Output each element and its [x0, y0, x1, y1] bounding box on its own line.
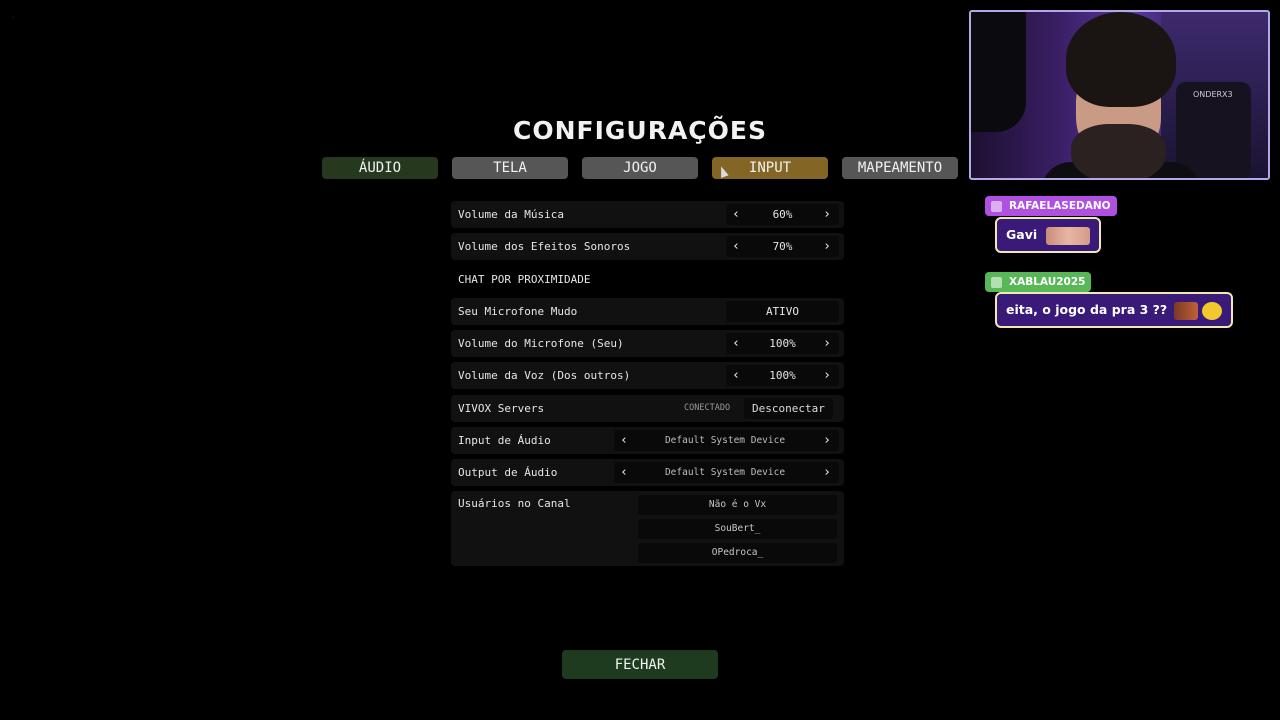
setting-label: Output de Áudio — [458, 466, 558, 479]
channel-user-item: SouBert_ — [638, 519, 837, 539]
channel-user-item: OPedroca_ — [638, 543, 837, 563]
disconnect-button[interactable]: Desconectar — [744, 398, 833, 419]
previous-arrow-icon[interactable]: ‹ — [614, 462, 634, 483]
sfx-volume-value: 70% — [772, 240, 793, 253]
setting-label: Volume dos Efeitos Sonoros — [458, 240, 631, 253]
setting-row-music-volume: Volume da Música ‹ 60% › — [451, 201, 844, 228]
chat-message-bubble: Gavi — [995, 217, 1101, 253]
setting-row-audio-input: Input de Áudio ‹ Default System Device › — [451, 427, 844, 454]
setting-label: Usuários no Canal — [458, 497, 571, 510]
setting-label: Volume da Voz (Dos outros) — [458, 369, 631, 382]
decrease-arrow-icon[interactable]: ‹ — [726, 365, 746, 386]
audio-output-value: Default System Device — [664, 467, 786, 478]
setting-row-mic-volume: Volume do Microfone (Seu) ‹ 100% › — [451, 330, 844, 357]
setting-row-audio-output: Output de Áudio ‹ Default System Device … — [451, 459, 844, 486]
chat-username: RAFAELASEDANO — [1009, 200, 1111, 212]
user-badge-icon — [991, 201, 1002, 212]
setting-row-voice-volume: Volume da Voz (Dos outros) ‹ 100% › — [451, 362, 844, 389]
music-volume-value: 60% — [772, 208, 793, 221]
chat-username: XABLAU2025 — [1009, 276, 1086, 288]
increase-arrow-icon[interactable]: › — [817, 365, 837, 386]
chat-username-badge: XABLAU2025 — [985, 272, 1092, 292]
decrease-arrow-icon[interactable]: ‹ — [726, 236, 746, 257]
section-header-proximity-chat: CHAT POR PROXIMIDADE — [458, 273, 591, 286]
setting-row-vivox: VIVOX Servers CONECTADO Desconectar — [451, 395, 844, 422]
setting-row-mic-mute: Seu Microfone Mudo ATIVO — [451, 298, 844, 325]
tab-mapeamento[interactable]: MAPEAMENTO — [842, 157, 958, 179]
audio-input-value: Default System Device — [664, 435, 786, 446]
connection-status: CONECTADO — [684, 403, 731, 413]
channel-users-panel: Usuários no Canal Não é o Vx SouBert_ OP… — [451, 491, 844, 566]
increase-arrow-icon[interactable]: › — [817, 236, 837, 257]
chat-message-bubble: eita, o jogo da pra 3 ?? — [995, 292, 1233, 328]
decrease-arrow-icon[interactable]: ‹ — [726, 204, 746, 225]
increase-arrow-icon[interactable]: › — [817, 204, 837, 225]
emote-icon — [1173, 301, 1198, 320]
tab-input[interactable]: INPUT — [712, 157, 828, 179]
emote-icon — [1045, 226, 1090, 245]
close-button[interactable]: FECHAR — [562, 650, 718, 679]
decrease-arrow-icon[interactable]: ‹ — [726, 333, 746, 354]
streamer-beard — [1071, 124, 1166, 178]
laughing-emoji-icon — [1201, 301, 1222, 320]
setting-label: Volume do Microfone (Seu) — [458, 337, 624, 350]
mic-mute-value: ATIVO — [765, 305, 800, 318]
user-badge-icon — [991, 277, 1002, 288]
background-text-1: . — [10, 8, 17, 21]
increase-arrow-icon[interactable]: › — [817, 333, 837, 354]
chat-username-badge: RAFAELASEDANO — [985, 196, 1117, 216]
next-arrow-icon[interactable]: › — [817, 430, 837, 451]
setting-label: Input de Áudio — [458, 434, 551, 447]
voice-volume-value: 100% — [769, 369, 796, 382]
chat-message-text: Gavi — [1006, 227, 1038, 242]
mic-volume-value: 100% — [769, 337, 796, 350]
tab-audio[interactable]: ÁUDIO — [322, 157, 438, 179]
webcam-overlay: ONDERX3 — [969, 10, 1270, 180]
setting-row-sfx-volume: Volume dos Efeitos Sonoros ‹ 70% › — [451, 233, 844, 260]
streamer-hair — [1066, 12, 1176, 107]
chair-logo-text: ONDERX3 — [1193, 90, 1233, 99]
chat-message-text: eita, o jogo da pra 3 ?? — [1006, 302, 1168, 317]
tab-jogo[interactable]: JOGO — [582, 157, 698, 179]
microphone-image — [971, 12, 1026, 132]
channel-user-item: Não é o Vx — [638, 495, 837, 515]
next-arrow-icon[interactable]: › — [817, 462, 837, 483]
tab-tela[interactable]: TELA — [452, 157, 568, 179]
previous-arrow-icon[interactable]: ‹ — [614, 430, 634, 451]
setting-label: VIVOX Servers — [458, 402, 545, 415]
setting-label: Volume da Música — [458, 208, 564, 221]
setting-label: Seu Microfone Mudo — [458, 305, 578, 318]
